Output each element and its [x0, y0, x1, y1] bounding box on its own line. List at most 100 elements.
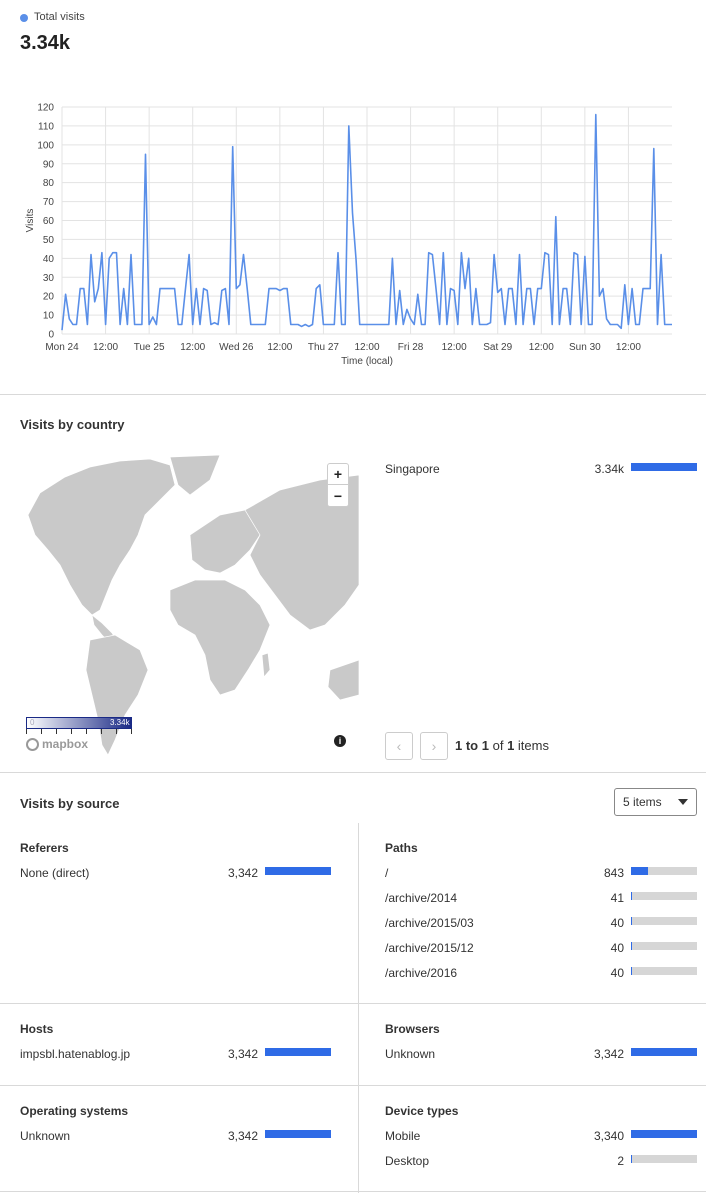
world-map-shapes — [27, 455, 359, 755]
pager-prev-button[interactable]: ‹ — [385, 732, 413, 760]
x-tick-label: Mon 24 — [45, 342, 79, 353]
path-label: / — [385, 866, 389, 880]
vertical-divider — [358, 823, 359, 1193]
scale-min-label: 0 — [30, 718, 35, 727]
pager-suffix: items — [517, 738, 549, 753]
path-label: /archive/2014 — [385, 891, 458, 905]
referer-label: None (direct) — [20, 866, 90, 880]
device-label: Mobile — [385, 1129, 421, 1143]
pager-next-button[interactable]: › — [420, 732, 448, 760]
path-bar — [631, 867, 697, 875]
x-axis-label: Time (local) — [341, 356, 393, 367]
y-tick-label: 50 — [43, 235, 55, 246]
scale-max-label: 3.34k — [110, 718, 130, 727]
path-value: 843 — [603, 866, 624, 880]
y-tick-label: 10 — [43, 311, 55, 322]
divider — [0, 1003, 706, 1004]
device-bar — [631, 1155, 697, 1163]
africa-shape — [169, 579, 271, 696]
devices-title: Device types — [385, 1104, 459, 1118]
y-axis-label: Visits — [25, 209, 36, 233]
path-bar — [631, 967, 697, 975]
os-value: 3,342 — [227, 1129, 258, 1143]
y-tick-label: 90 — [43, 159, 55, 170]
x-tick-label: Tue 25 — [134, 342, 165, 353]
country-name: Singapore — [385, 462, 440, 476]
country-bar — [631, 463, 697, 471]
path-label: /archive/2016 — [385, 966, 458, 980]
device-label: Desktop — [385, 1154, 430, 1168]
divider — [0, 1085, 706, 1086]
mapbox-icon — [26, 737, 39, 751]
divider — [0, 394, 706, 395]
pager-status: 1 to 1 of 1 items — [455, 738, 549, 753]
source-section-title: Visits by source — [20, 796, 120, 811]
x-tick-label: Fri 28 — [398, 342, 424, 353]
y-tick-label: 100 — [37, 140, 54, 151]
x-tick-label: Wed 26 — [219, 342, 254, 353]
info-icon[interactable]: i — [334, 735, 346, 747]
visits-line-chart[interactable]: 0 10 20 30 40 50 60 70 80 90 100 110 120 Mon 24 12:00 T… — [0, 95, 706, 375]
path-label: /archive/2015/03 — [385, 916, 474, 930]
australia-shape — [327, 659, 359, 701]
browser-bar — [631, 1048, 697, 1056]
world-map[interactable]: + − 0 3.34k mapbox i — [20, 455, 359, 755]
paths-title: Paths — [385, 841, 418, 855]
south-america-shape — [85, 634, 149, 755]
x-tick-label: Thu 27 — [308, 342, 340, 353]
path-value: 41 — [610, 891, 624, 905]
zoom-in-button[interactable]: + — [327, 463, 349, 485]
pager-of: of — [492, 738, 504, 753]
north-america-shape — [27, 458, 176, 616]
y-tick-label: 60 — [43, 216, 55, 227]
divider — [0, 772, 706, 773]
legend-dot — [20, 14, 28, 22]
y-tick-label: 80 — [43, 178, 55, 189]
pager-range: 1 to 1 — [455, 738, 489, 753]
x-tick-label: 12:00 — [354, 342, 379, 353]
path-bar — [631, 917, 697, 925]
path-bar — [631, 892, 697, 900]
device-bar — [631, 1130, 697, 1138]
browser-value: 3,342 — [593, 1047, 624, 1061]
country-section-title: Visits by country — [20, 417, 125, 432]
device-value: 3,340 — [593, 1129, 624, 1143]
chevron-down-icon — [678, 799, 688, 805]
zoom-out-button[interactable]: − — [327, 485, 349, 507]
y-tick-label: 30 — [43, 273, 55, 284]
items-count-select[interactable]: 5 items — [614, 788, 697, 816]
divider — [0, 1191, 706, 1192]
mapbox-logo-text: mapbox — [42, 737, 89, 751]
path-value: 40 — [610, 916, 624, 930]
path-value: 40 — [610, 966, 624, 980]
items-select-value: 5 items — [623, 795, 662, 809]
referer-value: 3,342 — [227, 866, 258, 880]
host-value: 3,342 — [227, 1047, 258, 1061]
path-value: 40 — [610, 941, 624, 955]
host-label: impsbl.hatenablog.jp — [20, 1047, 131, 1061]
country-value: 3.34k — [594, 462, 624, 476]
total-visits-value: 3.34k — [20, 32, 71, 54]
x-tick-label: 12:00 — [529, 342, 554, 353]
x-tick-label: 12:00 — [267, 342, 292, 353]
greenland-shape — [169, 455, 221, 496]
x-tick-label: 12:00 — [442, 342, 467, 353]
path-label: /archive/2015/12 — [385, 941, 474, 955]
madagascar-shape — [261, 652, 271, 678]
referers-title: Referers — [20, 841, 69, 855]
host-bar — [265, 1048, 331, 1056]
y-tick-label: 40 — [43, 254, 55, 265]
legend-label: Total visits — [34, 11, 85, 23]
y-tick-label: 0 — [48, 330, 54, 341]
x-tick-label: Sun 30 — [569, 342, 601, 353]
os-bar — [265, 1130, 331, 1138]
browsers-title: Browsers — [385, 1022, 440, 1036]
os-label: Unknown — [20, 1129, 71, 1143]
browser-label: Unknown — [385, 1047, 436, 1061]
y-tick-label: 70 — [43, 197, 55, 208]
hosts-title: Hosts — [20, 1022, 54, 1036]
mapbox-logo[interactable]: mapbox — [26, 737, 88, 751]
path-bar — [631, 942, 697, 950]
country-bar-fill — [631, 463, 697, 471]
x-tick-label: Sat 29 — [483, 342, 512, 353]
